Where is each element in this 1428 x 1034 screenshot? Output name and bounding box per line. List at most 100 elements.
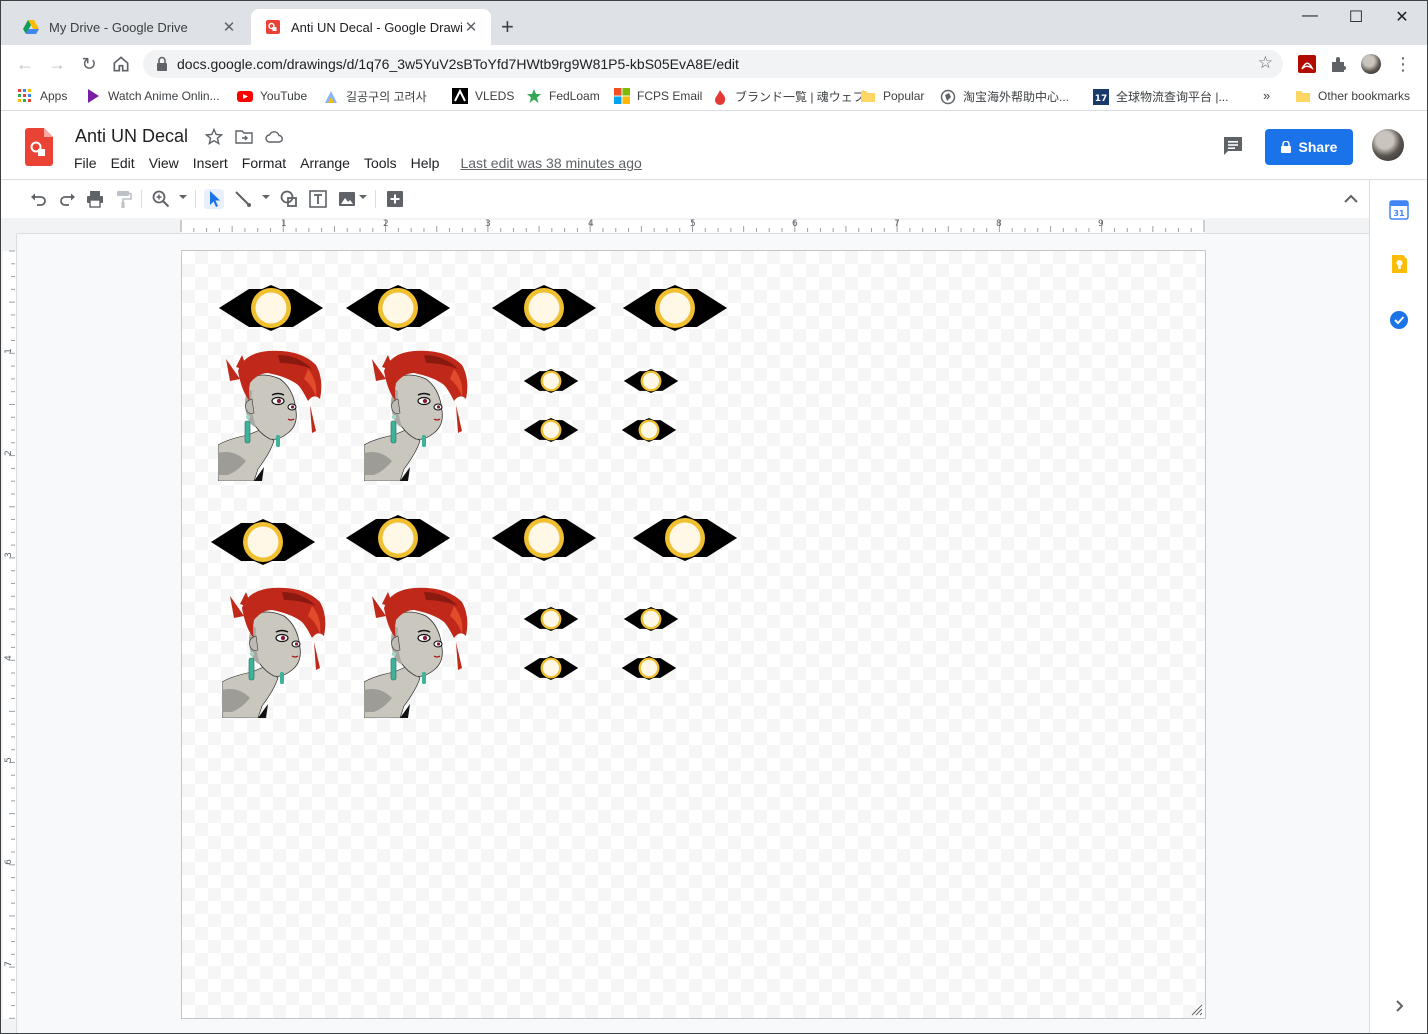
eye-emblem[interactable]	[219, 285, 323, 331]
small-eye-emblem[interactable]	[621, 656, 677, 680]
canvas-resize-handle-icon[interactable]	[1191, 1004, 1203, 1016]
google-drawings-icon	[266, 20, 280, 34]
eye-emblem[interactable]	[346, 285, 450, 331]
small-eye-emblem[interactable]	[621, 418, 677, 442]
menu-view[interactable]: View	[142, 153, 186, 173]
character-portrait[interactable]	[364, 586, 468, 718]
bookmark-apps[interactable]: Apps	[17, 88, 67, 104]
comment-history-icon[interactable]	[1221, 134, 1245, 158]
bookmark-youtube[interactable]: YouTube	[237, 88, 307, 104]
share-button[interactable]: Share	[1265, 129, 1353, 165]
ruler-number: 5	[690, 219, 696, 229]
star-icon[interactable]	[205, 128, 223, 146]
star-icon	[527, 89, 541, 103]
tab-my-drive[interactable]: My Drive - Google Drive ✕	[9, 9, 249, 45]
new-tab-button[interactable]: +	[501, 15, 514, 39]
google-tasks-icon[interactable]	[1389, 310, 1409, 330]
address-bar[interactable]: docs.google.com/drawings/d/1q76_3w5YuV2s…	[143, 50, 1283, 78]
drawing-canvas[interactable]	[181, 250, 1206, 1019]
adobe-acrobat-icon[interactable]	[1297, 54, 1317, 74]
google-drawings-logo[interactable]	[25, 128, 53, 166]
small-eye-emblem[interactable]	[623, 369, 679, 393]
eye-emblem[interactable]	[492, 515, 596, 561]
print-icon[interactable]	[85, 189, 105, 209]
bookmark-fedloam[interactable]: FedLoam	[526, 88, 600, 104]
text-box-icon[interactable]	[308, 189, 328, 209]
google-keep-icon[interactable]	[1389, 254, 1409, 274]
menu-help[interactable]: Help	[404, 153, 447, 173]
small-eye-emblem[interactable]	[523, 369, 579, 393]
menu-tools[interactable]: Tools	[357, 153, 404, 173]
shape-tool-icon[interactable]	[279, 189, 299, 209]
paint-format-icon[interactable]	[113, 189, 133, 209]
maximize-button[interactable]: ☐	[1333, 7, 1379, 31]
undo-icon[interactable]	[29, 189, 49, 209]
small-eye-emblem[interactable]	[623, 607, 679, 631]
select-cursor-icon[interactable]	[204, 189, 224, 209]
bookmark-label: 全球物流查询平台 |...	[1116, 90, 1229, 104]
ruler-number: 2	[383, 219, 389, 229]
menu-bar: File Edit View Insert Format Arrange Too…	[67, 152, 642, 174]
bookmark-taobao-help[interactable]: 淘宝海外帮助中心...	[940, 88, 1069, 105]
minimize-button[interactable]: —	[1287, 7, 1333, 31]
bookmarks-overflow-chevron-icon[interactable]: »	[1263, 88, 1270, 103]
eye-emblem[interactable]	[492, 285, 596, 331]
bookmark-tamashii-web[interactable]: ブランド一覧 | 魂ウェブ	[712, 88, 865, 105]
new-comment-icon[interactable]	[385, 189, 405, 209]
character-portrait[interactable]	[218, 349, 322, 481]
document-title[interactable]: Anti UN Decal	[75, 126, 188, 147]
menu-format[interactable]: Format	[235, 153, 293, 173]
horizontal-ruler[interactable]: 1 2 3 4 5 6 7 8 9	[17, 218, 1369, 234]
character-portrait[interactable]	[222, 586, 326, 718]
small-eye-emblem[interactable]	[523, 418, 579, 442]
tab-anti-un-decal[interactable]: Anti UN Decal - Google Drawings ✕	[251, 9, 491, 45]
google-calendar-icon[interactable]: 31	[1389, 200, 1409, 220]
character-portrait[interactable]	[364, 349, 468, 481]
bookmark-other-bookmarks[interactable]: Other bookmarks	[1295, 88, 1410, 104]
account-avatar[interactable]	[1372, 129, 1404, 161]
extensions-puzzle-icon[interactable]	[1329, 54, 1349, 74]
profile-avatar[interactable]	[1361, 54, 1381, 74]
line-dropdown-caret-icon[interactable]	[262, 195, 270, 199]
close-tab-icon[interactable]: ✕	[221, 18, 237, 36]
small-eye-emblem[interactable]	[523, 607, 579, 631]
small-eye-emblem[interactable]	[523, 656, 579, 680]
bookmark-vleds[interactable]: VLEDS	[452, 88, 514, 104]
line-tool-icon[interactable]	[233, 189, 253, 209]
back-icon[interactable]: ←	[13, 52, 37, 76]
bookmark-watch-anime[interactable]: Watch Anime Onlin...	[85, 88, 220, 104]
eye-emblem[interactable]	[346, 515, 450, 561]
home-icon[interactable]	[109, 52, 133, 76]
collapse-menus-chevron-icon[interactable]	[1341, 189, 1361, 209]
eye-emblem[interactable]	[211, 519, 315, 565]
move-to-folder-icon[interactable]	[235, 128, 253, 146]
forward-icon[interactable]: →	[45, 52, 69, 76]
expand-panel-chevron-icon[interactable]	[1389, 996, 1409, 1016]
bookmark-korean-site[interactable]: 길공구의 고려사	[323, 88, 427, 105]
redo-icon[interactable]	[57, 189, 77, 209]
ruler-number: 5	[3, 757, 14, 763]
close-tab-icon[interactable]: ✕	[463, 18, 479, 36]
zoom-icon[interactable]	[151, 189, 171, 209]
eye-emblem[interactable]	[633, 515, 737, 561]
menu-arrange[interactable]: Arrange	[293, 153, 357, 173]
last-edit-link[interactable]: Last edit was 38 minutes ago	[460, 155, 641, 171]
image-dropdown-caret-icon[interactable]	[359, 195, 367, 199]
reload-icon[interactable]: ↻	[77, 52, 101, 76]
eye-emblem[interactable]	[623, 285, 727, 331]
cloud-saved-icon[interactable]	[265, 128, 283, 146]
bookmark-fcps-email[interactable]: FCPS Email	[614, 88, 702, 104]
chrome-menu-icon[interactable]: ⋮	[1391, 52, 1415, 76]
insert-image-icon[interactable]	[337, 189, 357, 209]
bookmark-star-icon[interactable]: ☆	[1258, 53, 1273, 73]
close-window-button[interactable]: ✕	[1379, 7, 1425, 31]
ruler-number: 2	[3, 450, 14, 456]
bookmark-popular[interactable]: Popular	[860, 88, 924, 104]
bookmark-17track[interactable]: 17 全球物流查询平台 |...	[1093, 88, 1228, 105]
site-icon	[325, 90, 337, 103]
menu-insert[interactable]: Insert	[186, 153, 235, 173]
zoom-dropdown-caret-icon[interactable]	[179, 195, 187, 199]
menu-file[interactable]: File	[67, 153, 104, 173]
vertical-ruler[interactable]: 1 2 3 4 5 6 7	[1, 234, 17, 1033]
menu-edit[interactable]: Edit	[104, 153, 142, 173]
